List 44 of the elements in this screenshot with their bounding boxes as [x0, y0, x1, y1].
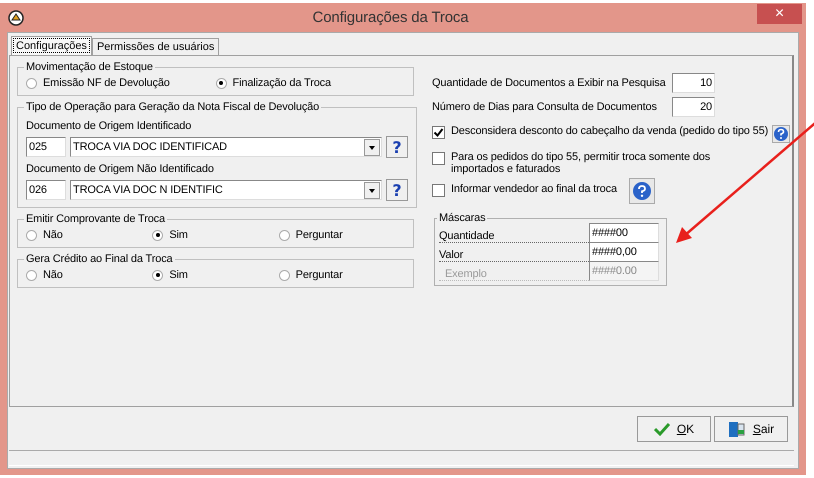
ok-button[interactable]: OK [637, 416, 711, 442]
exit-button[interactable]: Sair [714, 416, 788, 442]
field-label: Documento de Origem Não Identificado [26, 163, 215, 175]
help-icon[interactable] [772, 125, 790, 143]
radio-option[interactable]: Perguntar [278, 229, 405, 241]
help-button[interactable] [628, 178, 655, 204]
dropdown[interactable]: TROCA VIA DOC N IDENTIFIC [70, 180, 382, 200]
field-label: Documento de Origem Identificado [26, 120, 192, 132]
help-button[interactable]: ? [386, 179, 408, 201]
radio-option[interactable]: Sim [152, 269, 279, 281]
window-title: Configurações da Troca [312, 9, 470, 26]
checkmark-icon [654, 422, 670, 436]
close-button[interactable]: × [757, 4, 802, 24]
mask-field[interactable]: ####0,00 [589, 242, 659, 262]
number-field[interactable]: 20 [672, 97, 715, 117]
radio-option[interactable]: Perguntar [278, 269, 405, 281]
help-button[interactable]: ? [386, 136, 408, 158]
checkbox[interactable] [432, 152, 445, 165]
code-field[interactable]: 025 [26, 137, 66, 157]
checkbox[interactable] [432, 126, 445, 139]
group-title: Gera Crédito ao Final da Troca [25, 253, 174, 265]
setting-label: Número de Dias para Consulta de Documentos [432, 101, 657, 113]
door-icon [728, 420, 746, 438]
tab[interactable]: Permissões de usuários [92, 38, 220, 55]
checkbox-label: Informar vendedor ao final da troca [451, 183, 617, 195]
app-icon [8, 10, 24, 26]
checkbox-label: Desconsidera desconto do cabeçalho da venda (pedido do tipo 55) [451, 125, 768, 137]
number-field[interactable]: 10 [672, 73, 715, 93]
group-title: Emitir Comprovante de Troca [25, 213, 166, 225]
checkbox-label: Para os pedidos do tipo 55, permitir troca somente dos importados e faturados [451, 151, 712, 175]
setting-label: Quantidade de Documentos a Exibir na Pesquisa [432, 77, 666, 89]
radio-option[interactable]: Emissão NF de Devolução [26, 77, 216, 89]
checkbox[interactable] [432, 184, 445, 197]
radio-option[interactable]: Finalização da Troca [216, 77, 405, 89]
tab[interactable]: Configurações [11, 36, 92, 55]
code-field[interactable]: 026 [26, 180, 66, 200]
radio-option[interactable]: Não [26, 269, 152, 281]
dropdown[interactable]: TROCA VIA DOC IDENTIFICAD [70, 137, 382, 157]
group-title: Máscaras [438, 212, 486, 224]
radio-option[interactable]: Sim [152, 229, 279, 241]
radio-option[interactable]: Não [26, 229, 152, 241]
group-title: Tipo de Operação para Geração da Nota Fiscal de Devolução [25, 101, 320, 113]
mask-field[interactable]: ####00 [589, 223, 659, 243]
group-title: Movimentação de Estoque [25, 61, 154, 73]
